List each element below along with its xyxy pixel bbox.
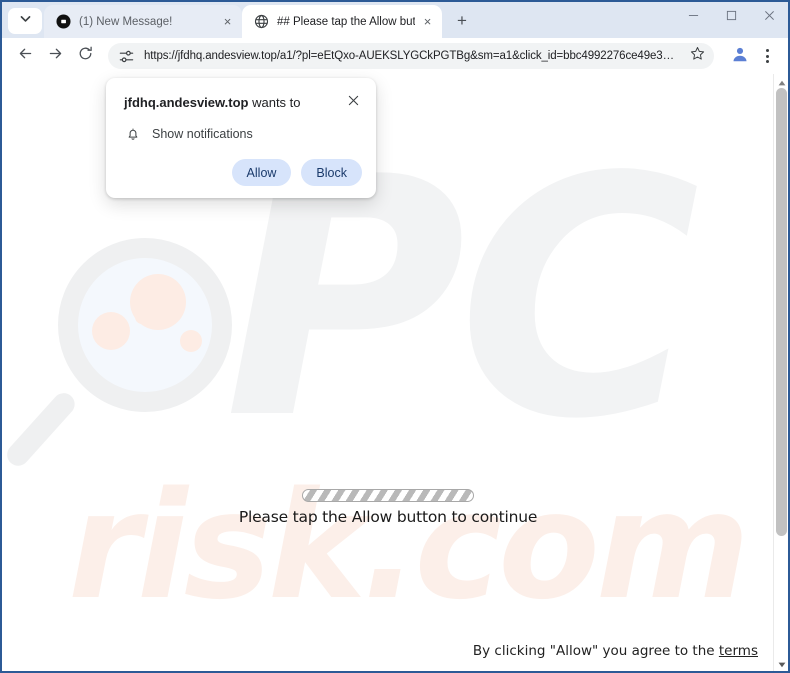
- dark-circle-play-icon: [56, 14, 71, 29]
- forward-button[interactable]: [40, 41, 70, 71]
- tune-settings-icon[interactable]: [118, 48, 135, 65]
- browser-window: (1) New Message! × ## Please tap the All…: [0, 0, 790, 673]
- permission-dialog-actions: Allow Block: [124, 159, 362, 186]
- footer-text: By clicking "Allow" you agree to the: [472, 643, 719, 659]
- three-dots-icon: [765, 60, 769, 63]
- three-dots-icon: [765, 49, 769, 52]
- scroll-down-arrow-icon: [778, 655, 786, 672]
- terms-link[interactable]: terms: [719, 643, 758, 659]
- page-content: Please tap the Allow button to continue: [2, 489, 774, 526]
- permission-label: Show notifications: [152, 127, 253, 141]
- permission-title-suffix: wants to: [248, 95, 301, 110]
- close-icon: [764, 8, 775, 26]
- three-dots-icon: [765, 54, 769, 58]
- address-bar[interactable]: https://jfdhq.andesview.top/a1/?pl=eEtQx…: [108, 43, 714, 69]
- globe-icon: [254, 14, 269, 29]
- allow-button[interactable]: Allow: [231, 159, 292, 186]
- watermark-magnifier-handle: [2, 388, 80, 471]
- new-tab-button[interactable]: +: [448, 7, 476, 35]
- scroll-up-button[interactable]: [774, 75, 788, 88]
- arrow-left-icon: [17, 45, 34, 67]
- avatar-icon: [731, 45, 749, 68]
- page-message: Please tap the Allow button to continue: [238, 508, 538, 526]
- permission-dialog-header: jfdhq.andesview.top wants to: [124, 94, 362, 111]
- window-controls: [674, 2, 788, 32]
- url-text: https://jfdhq.andesview.top/a1/?pl=eEtQx…: [144, 50, 675, 62]
- arrow-right-icon: [47, 45, 64, 67]
- star-icon: [690, 46, 705, 66]
- maximize-icon: [726, 8, 737, 26]
- page-scrollbar[interactable]: [773, 74, 788, 671]
- tab-search-button[interactable]: [8, 8, 42, 34]
- tab-allow-button-page[interactable]: ## Please tap the Allow button ×: [242, 5, 442, 38]
- back-button[interactable]: [10, 41, 40, 71]
- scrollbar-thumb[interactable]: [776, 88, 787, 536]
- permission-dialog-title: jfdhq.andesview.top wants to: [124, 94, 307, 111]
- bell-icon: [124, 125, 142, 143]
- minimize-icon: [688, 8, 699, 26]
- bookmark-button[interactable]: [684, 43, 710, 69]
- permission-dialog-close-button[interactable]: [344, 93, 362, 111]
- block-button[interactable]: Block: [301, 159, 362, 186]
- profile-button[interactable]: [726, 42, 754, 70]
- reload-button[interactable]: [70, 41, 100, 71]
- chevron-down-icon: [19, 12, 32, 30]
- scroll-down-button[interactable]: [774, 657, 788, 670]
- watermark-dot: [92, 312, 130, 350]
- tab-close-button[interactable]: ×: [419, 13, 436, 30]
- watermark-dot: [180, 330, 202, 352]
- loading-progress-bar: [302, 489, 474, 502]
- tab-new-message[interactable]: (1) New Message! ×: [44, 5, 242, 38]
- tab-title: (1) New Message!: [79, 15, 173, 28]
- minimize-button[interactable]: [674, 2, 712, 32]
- tab-strip: (1) New Message! × ## Please tap the All…: [2, 2, 788, 38]
- close-icon: [348, 93, 359, 111]
- permission-origin: jfdhq.andesview.top: [124, 95, 249, 110]
- close-window-button[interactable]: [750, 2, 788, 32]
- maximize-button[interactable]: [712, 2, 750, 32]
- notification-permission-dialog: jfdhq.andesview.top wants to Show notifi…: [106, 78, 376, 198]
- watermark-dot: [130, 274, 186, 330]
- tab-title: ## Please tap the Allow button: [277, 15, 415, 28]
- watermark-magnifier-lens: [58, 238, 232, 412]
- reload-icon: [77, 45, 94, 67]
- tab-close-button[interactable]: ×: [219, 13, 236, 30]
- permission-item-notifications: Show notifications: [124, 125, 362, 143]
- browser-menu-button[interactable]: [754, 42, 780, 70]
- browser-toolbar: https://jfdhq.andesview.top/a1/?pl=eEtQx…: [2, 38, 788, 74]
- page-footer: By clicking "Allow" you agree to the ter…: [473, 643, 758, 659]
- watermark-dot: [135, 310, 149, 324]
